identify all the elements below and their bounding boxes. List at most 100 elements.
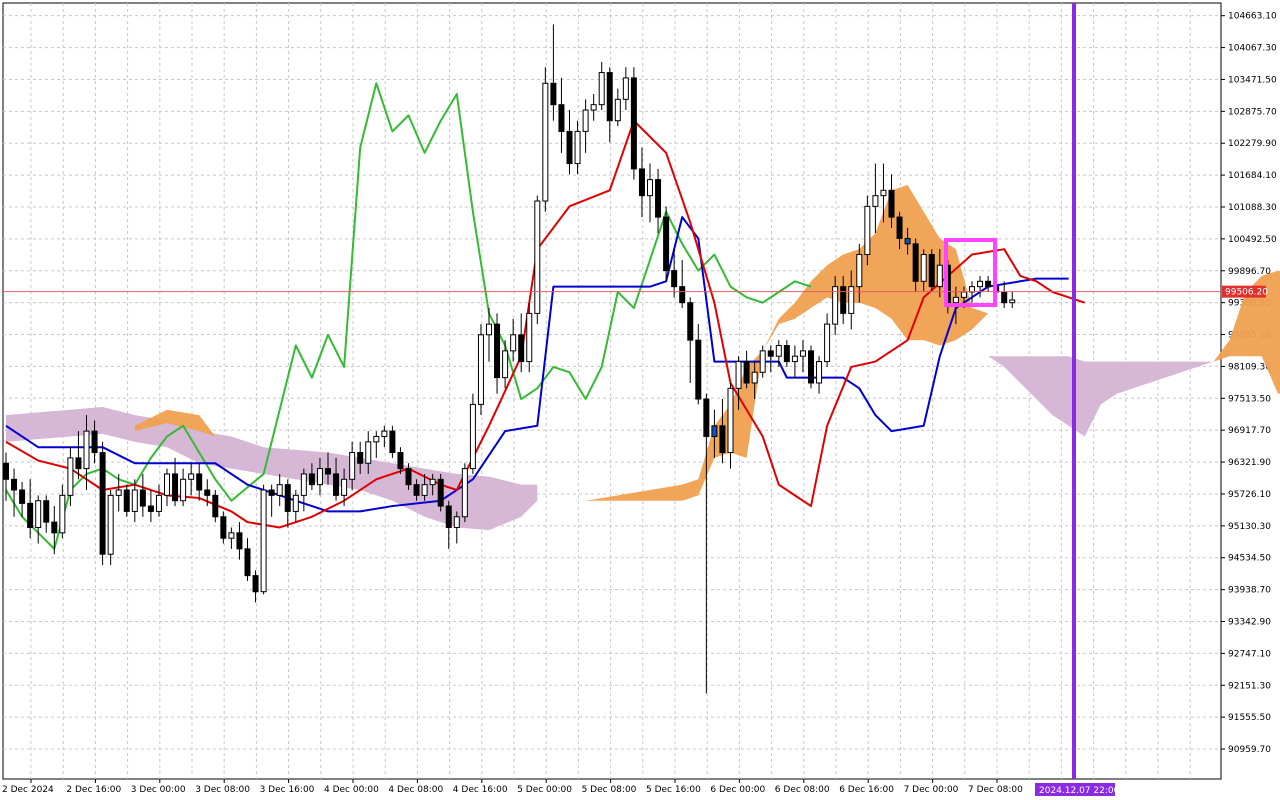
candle-body-bullish [228, 532, 235, 539]
candle-body-bearish [719, 425, 726, 454]
candle-body-bullish [373, 435, 380, 443]
candle-body-bullish [799, 350, 806, 357]
candle-body-bullish [534, 200, 541, 314]
price-tick-label: 93938.70 [1228, 586, 1271, 596]
candle [808, 345, 814, 389]
candle-body-bullish [711, 425, 718, 437]
candle-body-bearish [405, 468, 412, 486]
candle-body-bullish [67, 457, 74, 496]
candle [663, 206, 670, 282]
candle [526, 302, 533, 373]
candle-body-bearish [606, 72, 613, 122]
candle-body-bearish [518, 334, 525, 363]
candle-body-bullish [848, 286, 855, 314]
candle-body-bearish [888, 189, 895, 218]
time-tick-label: 3 Dec 00:00 [131, 785, 186, 795]
candle [437, 473, 444, 512]
time-tick-label: 6 Dec 16:00 [839, 785, 894, 795]
candle-body-bullish [469, 403, 476, 470]
price-tick-label: 97513.50 [1228, 394, 1271, 404]
price-tick-label: 101088.30 [1228, 203, 1277, 213]
chart-canvas[interactable]: 104663.10 104067.30 103471.50 102875.70 1022… [0, 0, 1280, 800]
candle [461, 463, 468, 523]
candle-body-bearish [123, 489, 130, 512]
candle-body-bullish [188, 473, 195, 480]
candle-body-bullish [429, 478, 436, 486]
candle-body-bullish [727, 387, 734, 454]
candle-body-bullish [590, 104, 597, 111]
candle-body-bullish [920, 254, 927, 282]
candle-body-bullish [477, 334, 484, 405]
candle-body-bullish [83, 430, 90, 470]
candle-body-bullish [816, 361, 823, 384]
candle-body-bearish [268, 489, 275, 496]
candle-body-bearish [11, 478, 18, 491]
candle-body-bearish [252, 575, 259, 593]
candle-body-bearish [904, 237, 911, 245]
candle-body-bullish [542, 82, 549, 202]
candle-body-bearish [99, 452, 106, 555]
candle-body-bullish [598, 72, 605, 106]
candle-body-bullish [365, 441, 372, 464]
candle [477, 324, 484, 416]
candle-body-bullish [856, 254, 863, 288]
candle-body-bullish [453, 516, 460, 528]
price-tick-label: 100492.50 [1228, 235, 1277, 245]
candle-body-bullish [381, 430, 388, 437]
candle-body-bullish [421, 484, 428, 496]
candle [469, 393, 476, 474]
candle-body-bearish [912, 243, 919, 282]
candle-body-bearish [896, 216, 903, 239]
candle-body-bearish [437, 478, 444, 507]
price-tick-label: 95130.30 [1228, 522, 1271, 532]
time-tick-label: 7 Dec 08:00 [968, 785, 1023, 795]
candle-body-bearish [389, 430, 396, 454]
candle-body-bearish [679, 286, 686, 304]
candle-body-bullish [164, 473, 170, 496]
candle-body-bullish [1009, 299, 1016, 304]
candle-body-bearish [494, 323, 501, 379]
candle-body-bullish [952, 296, 959, 304]
candle-body-bullish [131, 489, 138, 512]
candle-body-bullish [751, 371, 758, 384]
time-tick-label: 4 Dec 08:00 [388, 785, 443, 795]
candle-body-bearish [325, 468, 331, 475]
ichimoku-chart[interactable]: 104663.10 104067.30 103471.50 102875.70 1022… [0, 0, 1280, 800]
candle-body-bullish [341, 478, 348, 496]
price-tick-label: 90959.70 [1228, 745, 1271, 755]
time-tick-label: 4 Dec 16:00 [453, 785, 508, 795]
price-tick-label: 96321.90 [1228, 458, 1271, 468]
time-tick-label: 5 Dec 16:00 [646, 785, 701, 795]
candle-body-bearish [703, 398, 710, 437]
candle [928, 249, 935, 292]
price-tick-label: 92151.30 [1228, 681, 1271, 691]
time-tick-label: 3 Dec 08:00 [195, 785, 250, 795]
time-tick-label: 3 Dec 16:00 [260, 785, 315, 795]
candle-body-bullish [791, 355, 798, 363]
candle-body-bearish [91, 430, 98, 454]
candle-body-bullish [59, 494, 66, 534]
candle-body-bullish [260, 489, 267, 593]
candle-body-bullish [735, 361, 742, 389]
candle-body-bearish [284, 484, 291, 512]
candle-body-bearish [558, 104, 565, 132]
price-tick-label: 104067.30 [1228, 44, 1277, 54]
candle-body-bullish [502, 350, 509, 379]
candle-body-bearish [333, 473, 340, 496]
price-tick-label: 96917.70 [1228, 426, 1271, 436]
candle-body-bearish [3, 462, 9, 480]
candle-body-bullish [759, 350, 766, 373]
candle-body-bearish [19, 489, 26, 504]
candle-body-bearish [655, 179, 662, 218]
candle-body-bearish [445, 505, 452, 528]
candle-body-bullish [775, 345, 782, 357]
price-tick-label: 95726.10 [1228, 490, 1271, 500]
price-tick-label: 104663.10 [1228, 12, 1277, 22]
candle-body-bearish [397, 452, 404, 470]
candle-body-bearish [220, 516, 227, 539]
candle-body-bearish [196, 473, 203, 491]
candle-body-bearish [413, 484, 420, 496]
candle-body-bearish [638, 168, 645, 197]
time-tick-label: 5 Dec 00:00 [517, 785, 572, 795]
candle-body-bullish [977, 280, 984, 288]
